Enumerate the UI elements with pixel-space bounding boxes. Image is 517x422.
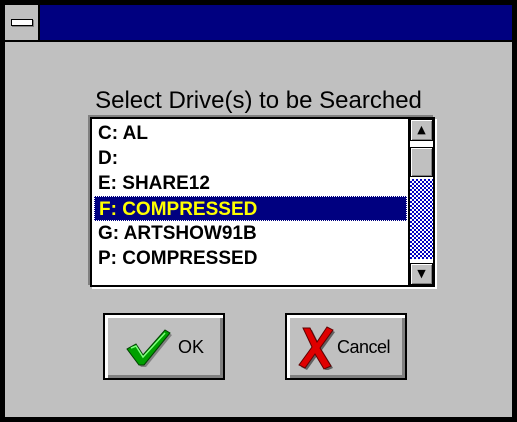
- list-item-drive-d[interactable]: D:: [94, 146, 407, 171]
- ok-button[interactable]: OK: [103, 313, 225, 380]
- cancel-button-label: Cancel: [337, 337, 391, 357]
- red-x-icon: [298, 326, 335, 370]
- scroll-down-arrow-icon[interactable]: ▼: [410, 263, 433, 285]
- drive-select-dialog: Select Drive(s) to be Searched C: AL D: …: [0, 0, 517, 422]
- scroll-track[interactable]: [410, 179, 433, 259]
- drive-listbox[interactable]: C: AL D: E: SHARE12 F: COMPRESSED G: ART…: [90, 117, 435, 287]
- vertical-scrollbar[interactable]: ▲ ▼: [408, 119, 433, 285]
- list-item-drive-f[interactable]: F: COMPRESSED: [94, 196, 407, 221]
- list-item-drive-c[interactable]: C: AL: [94, 121, 407, 146]
- list-item-drive-p[interactable]: P: COMPRESSED: [94, 246, 407, 271]
- scroll-up-arrow-icon[interactable]: ▲: [410, 119, 433, 141]
- cancel-button[interactable]: Cancel: [285, 313, 407, 380]
- drive-list: C: AL D: E: SHARE12 F: COMPRESSED G: ART…: [94, 121, 407, 271]
- checkmark-icon: [126, 329, 172, 367]
- list-item-drive-g[interactable]: G: ARTSHOW91B: [94, 221, 407, 246]
- ok-button-label: OK: [178, 337, 205, 357]
- title-bar[interactable]: [5, 5, 512, 42]
- system-menu-button[interactable]: [5, 5, 40, 40]
- list-item-drive-e[interactable]: E: SHARE12: [94, 171, 407, 196]
- system-menu-icon: [11, 19, 33, 26]
- dialog-prompt: Select Drive(s) to be Searched: [95, 87, 422, 114]
- scroll-thumb[interactable]: [410, 147, 433, 177]
